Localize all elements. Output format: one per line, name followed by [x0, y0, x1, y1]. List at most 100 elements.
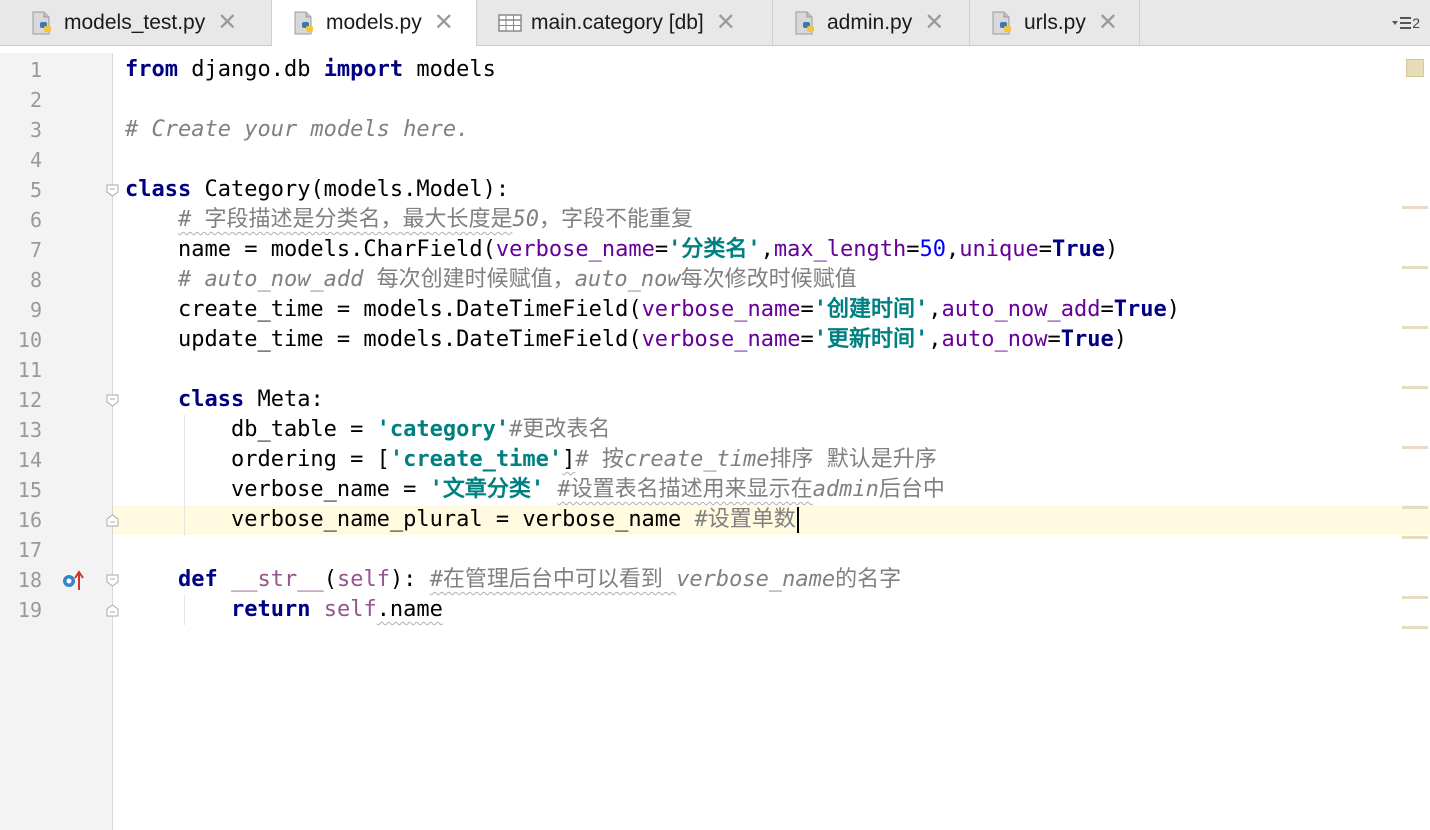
warning-marker[interactable] [1402, 326, 1428, 329]
code-token: create_time [623, 447, 770, 472]
code-token: 每次创建时候赋值， [376, 267, 575, 292]
code-line[interactable]: update_time = models.DateTimeField(verbo… [125, 325, 1127, 355]
close-icon[interactable]: ✕ [1098, 10, 1118, 35]
code-token: 每次修改时候赋值 [680, 267, 857, 292]
override-up-arrow-icon[interactable] [61, 568, 85, 592]
code-token: = [1047, 327, 1061, 352]
code-line[interactable]: ordering = ['create_time']# 按create_time… [125, 445, 937, 475]
tab-models-py[interactable]: models.py ✕ [272, 0, 477, 46]
code-editor[interactable]: 1 2 3 4 5 6 7 8 9 10 11 12 13 14 15 16 17 18 19 from djang… [0, 53, 1430, 830]
code-token: #设置表名描述用来显示在 [557, 477, 813, 502]
code-token: '分类名' [668, 237, 761, 262]
code-line[interactable]: # auto_now_add 每次创建时候赋值，auto_now每次修改时候赋值 [125, 265, 857, 295]
code-line[interactable]: class Category(models.Model): [125, 175, 509, 205]
line-number: 11 [17, 358, 42, 382]
code-line[interactable]: verbose_name = '文章分类' #设置表名描述用来显示在admin后… [125, 475, 945, 505]
line-number: 19 [17, 598, 42, 622]
code-token: auto_now [941, 327, 1048, 352]
close-icon[interactable]: ✕ [716, 10, 736, 35]
code-line[interactable]: def __str__(self): #在管理后台中可以看到 verbose_n… [125, 565, 901, 595]
tab-label: models_test.py [64, 10, 206, 34]
line-number: 9 [29, 298, 42, 322]
code-line[interactable]: from django.db import models [125, 55, 496, 85]
code-line[interactable]: return self.name [125, 595, 443, 625]
code-token: auto_now [574, 267, 681, 292]
code-token: ( [323, 567, 337, 592]
code-token: self [336, 567, 390, 592]
code-token: admin [812, 477, 879, 502]
code-token: 50 [919, 237, 947, 262]
line-number: 12 [17, 388, 42, 412]
code-token: #在管理后台中可以看到 [429, 567, 677, 592]
code-line[interactable]: # Create your models here. [125, 115, 469, 145]
line-number: 8 [29, 268, 42, 292]
code-token: verbose_name = [125, 477, 430, 502]
warning-marker[interactable] [1402, 626, 1428, 629]
code-token: self [323, 597, 377, 622]
code-token: Meta: [244, 387, 324, 412]
code-line[interactable]: class Meta: [125, 385, 324, 415]
tab-urls-py[interactable]: urls.py ✕ [970, 0, 1140, 45]
code-token: , [760, 237, 774, 262]
tab-main-category-db[interactable]: main.category [db] ✕ [477, 0, 773, 45]
fold-start-icon[interactable] [106, 394, 119, 407]
tab-overflow-count: 2 [1412, 15, 1420, 31]
warning-marker[interactable] [1402, 206, 1428, 209]
code-token: from [125, 57, 178, 82]
code-token: True [1052, 237, 1105, 262]
code-token: ) [1105, 237, 1119, 262]
inspection-status-icon[interactable] [1406, 59, 1424, 77]
editor-tab-bar: models_test.py ✕ models.py ✕ main.category [… [0, 0, 1430, 46]
warning-marker[interactable] [1402, 596, 1428, 599]
code-token: update_time = models.DateTimeField( [125, 327, 642, 352]
tab-overflow-button[interactable]: 2 [1392, 10, 1420, 36]
fold-start-icon[interactable] [106, 574, 119, 587]
fold-start-icon[interactable] [106, 184, 119, 197]
code-token: True [1060, 327, 1114, 352]
warning-marker[interactable] [1402, 446, 1428, 449]
code-token: = [800, 297, 814, 322]
code-token: .name [376, 597, 443, 622]
warning-marker[interactable] [1402, 386, 1428, 389]
code-token: auto_now_add [941, 297, 1101, 322]
code-token: = [906, 237, 920, 262]
code-line[interactable]: create_time = models.DateTimeField(verbo… [125, 295, 1180, 325]
tab-label: admin.py [827, 10, 913, 34]
tab-label: urls.py [1024, 10, 1086, 34]
code-token: , [946, 237, 960, 262]
close-icon[interactable]: ✕ [434, 11, 454, 35]
code-token: db_table = [125, 417, 377, 442]
code-line[interactable]: verbose_name_plural = verbose_name #设置单数 [125, 505, 799, 535]
code-token: return [230, 597, 311, 622]
warning-marker[interactable] [1402, 266, 1428, 269]
code-token: = [800, 327, 814, 352]
line-number: 13 [17, 418, 42, 442]
code-line[interactable]: name = models.CharField(verbose_name='分类… [125, 235, 1118, 265]
tab-models-test-py[interactable]: models_test.py ✕ [10, 0, 272, 45]
warning-marker[interactable] [1402, 536, 1428, 539]
code-token: 后台中 [878, 477, 945, 502]
code-token: ) [1113, 327, 1127, 352]
line-number: 15 [17, 478, 42, 502]
tab-label: main.category [db] [531, 10, 704, 34]
line-number: 17 [17, 538, 42, 562]
line-number: 3 [29, 118, 42, 142]
code-line[interactable]: db_table = 'category'#更改表名 [125, 415, 610, 445]
dropdown-list-icon [1392, 16, 1412, 30]
code-line[interactable]: # 字段描述是分类名，最大长度是50，字段不能重复 [125, 205, 693, 235]
code-token: True [1113, 297, 1167, 322]
line-number: 5 [29, 178, 42, 202]
code-token: max_length [773, 237, 907, 262]
code-token: '更新时间' [813, 327, 929, 352]
fold-end-icon[interactable] [106, 514, 119, 527]
warning-marker[interactable] [1402, 506, 1428, 509]
fold-end-icon[interactable] [106, 604, 119, 617]
close-icon[interactable]: ✕ [217, 10, 237, 35]
python-file-icon [990, 10, 1016, 36]
tab-admin-py[interactable]: admin.py ✕ [773, 0, 970, 45]
close-icon[interactable]: ✕ [924, 10, 944, 35]
